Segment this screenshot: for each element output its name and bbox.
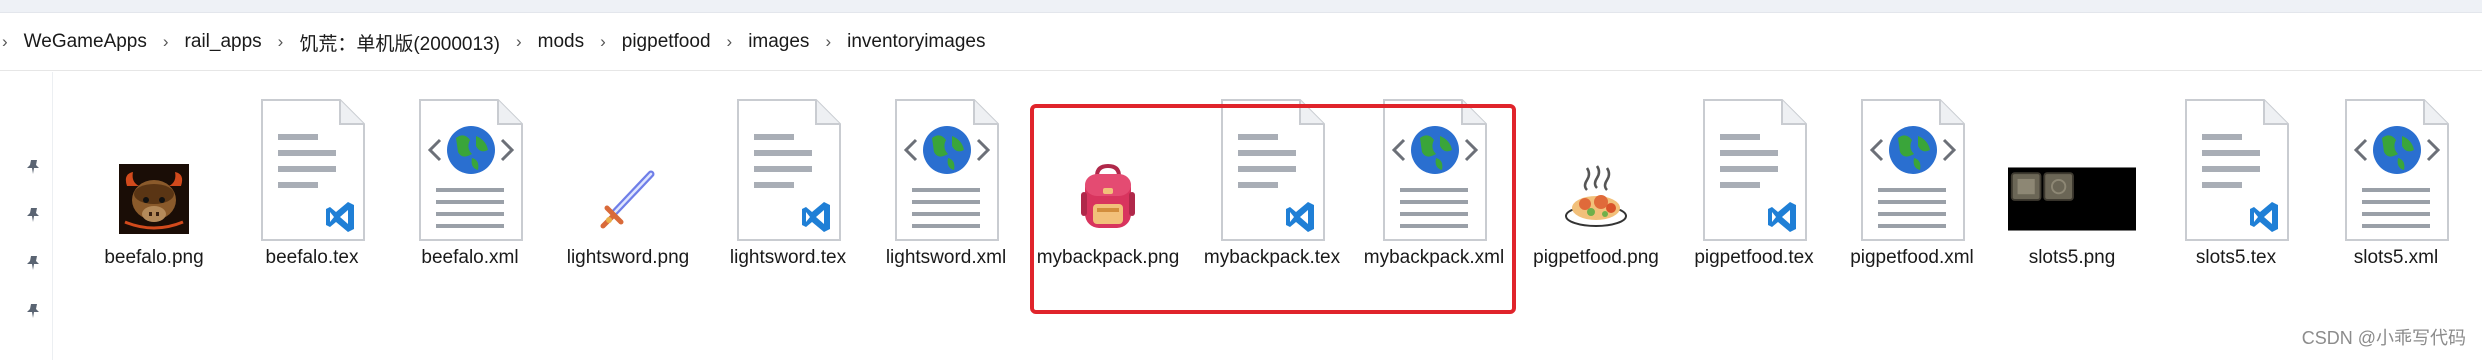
watermark: CSDN @小乖写代码 [2301, 328, 2466, 348]
breadcrumb-item-mods[interactable]: mods [538, 31, 584, 53]
file-name: slots5.png [2028, 247, 2116, 268]
file-item[interactable]: beefalo.tex [232, 92, 392, 312]
file-item[interactable]: pigpetfood.tex [1674, 92, 1834, 312]
file-name: beefalo.tex [265, 247, 359, 268]
breadcrumb-separator: › [515, 32, 522, 51]
quick-access-pane [0, 72, 53, 360]
pin-icon[interactable] [24, 302, 42, 320]
breadcrumb-separator: › [726, 32, 733, 51]
tex-file-icon [724, 92, 852, 244]
file-item[interactable]: slots5.png [1992, 92, 2152, 312]
file-name: pigpetfood.xml [1850, 247, 1974, 268]
top-strip [0, 0, 2482, 13]
tex-file-icon [2172, 92, 2300, 244]
file-item[interactable]: pigpetfood.png [1516, 92, 1676, 312]
file-name: beefalo.xml [421, 247, 519, 268]
file-item[interactable]: beefalo.png [74, 92, 234, 312]
file-item[interactable]: lightsword.tex [708, 92, 868, 312]
xml-file-icon [882, 92, 1010, 244]
breadcrumb-item-pigpetfood[interactable]: pigpetfood [622, 31, 711, 53]
file-item[interactable]: slots5.xml [2316, 92, 2476, 312]
file-item[interactable]: beefalo.xml [390, 92, 550, 312]
tex-file-icon [248, 92, 376, 244]
file-name: slots5.xml [2353, 247, 2439, 268]
breadcrumb-separator: › [825, 32, 832, 51]
breadcrumb-item-rail-apps[interactable]: rail_apps [185, 31, 262, 53]
slots-icon [2008, 92, 2136, 244]
breadcrumb-item-game-folder[interactable]: 饥荒：单机版(2000013) [299, 29, 500, 56]
pin-icon[interactable] [24, 206, 42, 224]
breadcrumb-separator: › [2, 32, 8, 51]
breadcrumb: › WeGameApps › rail_apps › 饥荒：单机版(200001… [0, 14, 2482, 71]
tex-file-icon [1690, 92, 1818, 244]
pin-icon[interactable] [24, 158, 42, 176]
highlight-box [1030, 104, 1516, 314]
file-name: beefalo.png [104, 247, 204, 268]
file-name: lightsword.png [566, 247, 690, 268]
breadcrumb-separator: › [162, 32, 169, 51]
food-icon [1532, 92, 1660, 244]
file-item[interactable]: slots5.tex [2156, 92, 2316, 312]
breadcrumb-separator: › [277, 32, 284, 51]
file-item[interactable]: pigpetfood.xml [1832, 92, 1992, 312]
file-item[interactable]: lightsword.png [548, 92, 708, 312]
xml-file-icon [406, 92, 534, 244]
file-name: lightsword.xml [885, 247, 1007, 268]
file-item[interactable]: lightsword.xml [866, 92, 1026, 312]
xml-file-icon [1848, 92, 1976, 244]
file-name: slots5.tex [2195, 247, 2277, 268]
file-name: lightsword.tex [729, 247, 847, 268]
breadcrumb-separator: › [600, 32, 606, 51]
breadcrumb-item-images[interactable]: images [748, 31, 809, 53]
lightsword-icon [564, 92, 692, 244]
breadcrumb-item-inventoryimages[interactable]: inventoryimages [847, 31, 985, 53]
file-name: pigpetfood.tex [1694, 247, 1814, 268]
breadcrumb-item-wegameapps[interactable]: WeGameApps [24, 31, 147, 53]
xml-file-icon [2332, 92, 2460, 244]
beefalo-icon [90, 92, 218, 244]
pin-icon[interactable] [24, 254, 42, 272]
file-name: pigpetfood.png [1533, 247, 1659, 268]
